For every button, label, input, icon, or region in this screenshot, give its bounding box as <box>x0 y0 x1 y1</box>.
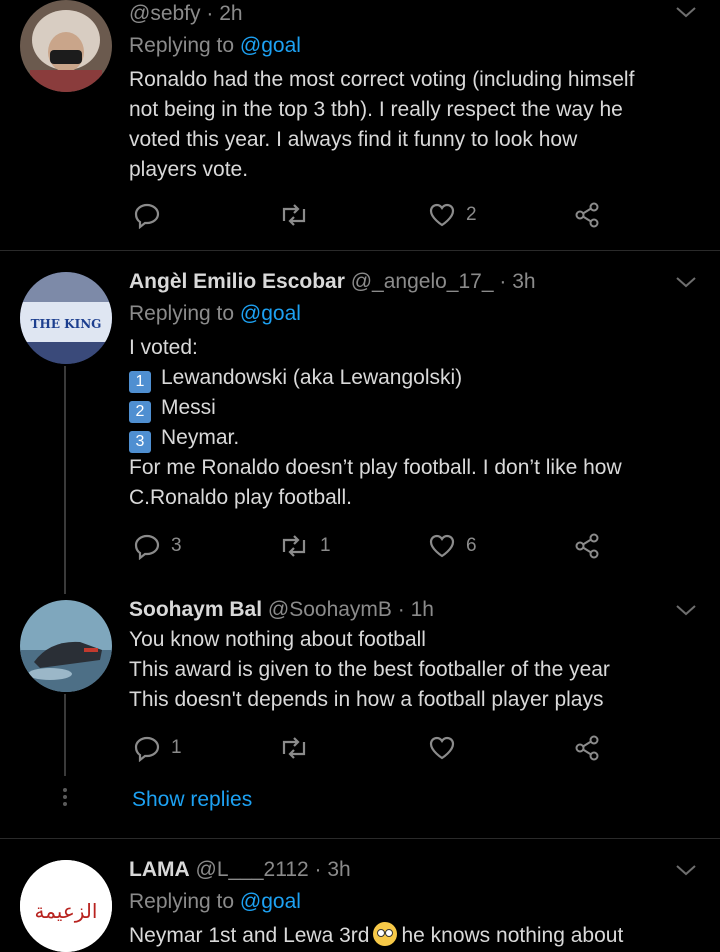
reply-icon <box>134 736 160 762</box>
text-line: voted this year. I always find it funny … <box>129 128 578 151</box>
tweet-text: Ronaldo had the most correct voting (inc… <box>129 65 690 185</box>
like-button[interactable] <box>428 733 466 763</box>
reply-button[interactable]: 1 <box>133 733 182 763</box>
tweet-actions: 1 <box>133 733 613 763</box>
heart-icon <box>429 203 455 227</box>
mention-link[interactable]: @goal <box>240 34 301 57</box>
replying-to: Replying to @goal <box>129 31 690 61</box>
tweet-4[interactable]: الزعيمة LAMA @L___2112 · 3h Replying to … <box>0 856 720 952</box>
mention-link[interactable]: @goal <box>240 890 301 913</box>
text-line: I voted: <box>129 336 198 359</box>
text-line: not being in the top 3 tbh). I really re… <box>129 98 623 121</box>
share-button[interactable] <box>573 531 601 561</box>
text-line: Ronaldo had the most correct voting (inc… <box>129 68 635 91</box>
text-line: This doesn't depends in how a football p… <box>129 688 604 711</box>
tweet-header: Soohaym Bal @SoohaymB · 1h <box>129 598 434 621</box>
tweet-text: I voted: 1 Lewandowski (aka Lewangolski) … <box>129 333 690 513</box>
reply-button[interactable]: 3 <box>133 531 182 561</box>
tweet-text: You know nothing about football This awa… <box>129 625 690 715</box>
heart-icon <box>429 534 455 558</box>
avatar[interactable] <box>20 0 112 92</box>
reply-button[interactable] <box>133 200 171 230</box>
like-button[interactable]: 6 <box>428 531 477 561</box>
replying-to: Replying to @goal <box>129 299 690 329</box>
chevron-down-icon[interactable] <box>674 602 698 618</box>
handle[interactable]: @sebfy <box>129 2 201 25</box>
tweet-header: LAMA @L___2112 · 3h <box>129 858 351 881</box>
avatar[interactable]: الزعيمة <box>20 860 112 952</box>
tweet-actions: 3 1 6 <box>133 531 613 561</box>
tweet-header: @sebfy · 2h <box>129 2 243 25</box>
timestamp[interactable]: 1h <box>411 598 434 621</box>
flushed-face-emoji-icon <box>373 922 398 946</box>
tweet-header: Angèl Emilio Escobar @_angelo_17_ · 3h <box>129 270 536 293</box>
share-button[interactable] <box>573 200 601 230</box>
list-item: 2 Messi <box>129 393 690 423</box>
tweet-actions: 2 <box>133 200 613 230</box>
avatar[interactable]: THE KING <box>20 272 112 364</box>
tweet-2[interactable]: THE KING Angèl Emilio Escobar @_angelo_1… <box>0 268 720 588</box>
avatar-calligraphy: الزعيمة <box>35 899 98 923</box>
display-name[interactable]: Soohaym Bal <box>129 598 262 621</box>
chevron-down-icon[interactable] <box>674 862 698 878</box>
chevron-down-icon[interactable] <box>674 4 698 20</box>
mention-link[interactable]: @goal <box>240 302 301 325</box>
text-line: This award is given to the best football… <box>129 658 610 681</box>
like-button[interactable]: 2 <box>428 200 477 230</box>
list-item: 3 Neymar. <box>129 423 690 453</box>
text-line: Neymar 1st and Lewa 3rd he knows nothing … <box>129 922 624 947</box>
retweet-button[interactable]: 1 <box>278 531 331 561</box>
retweet-icon <box>282 204 306 226</box>
divider <box>0 838 720 839</box>
text-line: You know nothing about football <box>129 628 426 651</box>
retweet-icon <box>282 737 306 759</box>
replying-label: Replying to <box>129 302 235 325</box>
keycap-one-icon: 1 <box>129 371 151 393</box>
avatar-banner-text: THE KING <box>31 317 102 331</box>
text-line: C.Ronaldo play football. <box>129 486 352 509</box>
share-icon <box>575 202 599 228</box>
keycap-two-icon: 2 <box>129 401 151 423</box>
replying-to: Replying to @goal <box>129 887 690 917</box>
retweet-icon <box>282 535 306 557</box>
retweet-button[interactable] <box>278 733 320 763</box>
tweet-text: Neymar 1st and Lewa 3rd he knows nothing … <box>129 921 690 951</box>
timestamp[interactable]: 2h <box>219 2 242 25</box>
display-name[interactable]: Angèl Emilio Escobar <box>129 270 345 293</box>
share-icon <box>575 735 599 761</box>
list-item: 1 Lewandowski (aka Lewangolski) <box>129 363 690 393</box>
thread-line <box>64 366 66 594</box>
text-line: For me Ronaldo doesn’t play football. I … <box>129 456 622 479</box>
thread-dots <box>62 788 68 809</box>
handle[interactable]: @L___2112 <box>196 858 309 881</box>
retweet-button[interactable] <box>278 200 320 230</box>
tweet-3[interactable]: Soohaym Bal @SoohaymB · 1h You know noth… <box>0 596 720 836</box>
avatar[interactable] <box>20 600 112 692</box>
share-button[interactable] <box>573 733 601 763</box>
timestamp[interactable]: 3h <box>512 270 535 293</box>
share-icon <box>575 533 599 559</box>
tweet-1[interactable]: @sebfy · 2h Replying to @goal Ronaldo ha… <box>0 0 720 250</box>
replying-label: Replying to <box>129 890 235 913</box>
chevron-down-icon[interactable] <box>674 274 698 290</box>
replying-label: Replying to <box>129 34 235 57</box>
handle[interactable]: @SoohaymB <box>268 598 392 621</box>
reply-icon <box>134 534 160 560</box>
timestamp[interactable]: 3h <box>327 858 350 881</box>
display-name[interactable]: LAMA <box>129 858 190 881</box>
handle[interactable]: @_angelo_17_ <box>351 270 494 293</box>
reply-icon <box>134 203 160 229</box>
show-replies-link[interactable]: Show replies <box>132 788 252 812</box>
keycap-three-icon: 3 <box>129 431 151 453</box>
heart-icon <box>429 736 455 760</box>
divider <box>0 250 720 251</box>
thread-line <box>64 694 66 776</box>
text-line: players vote. <box>129 158 249 181</box>
